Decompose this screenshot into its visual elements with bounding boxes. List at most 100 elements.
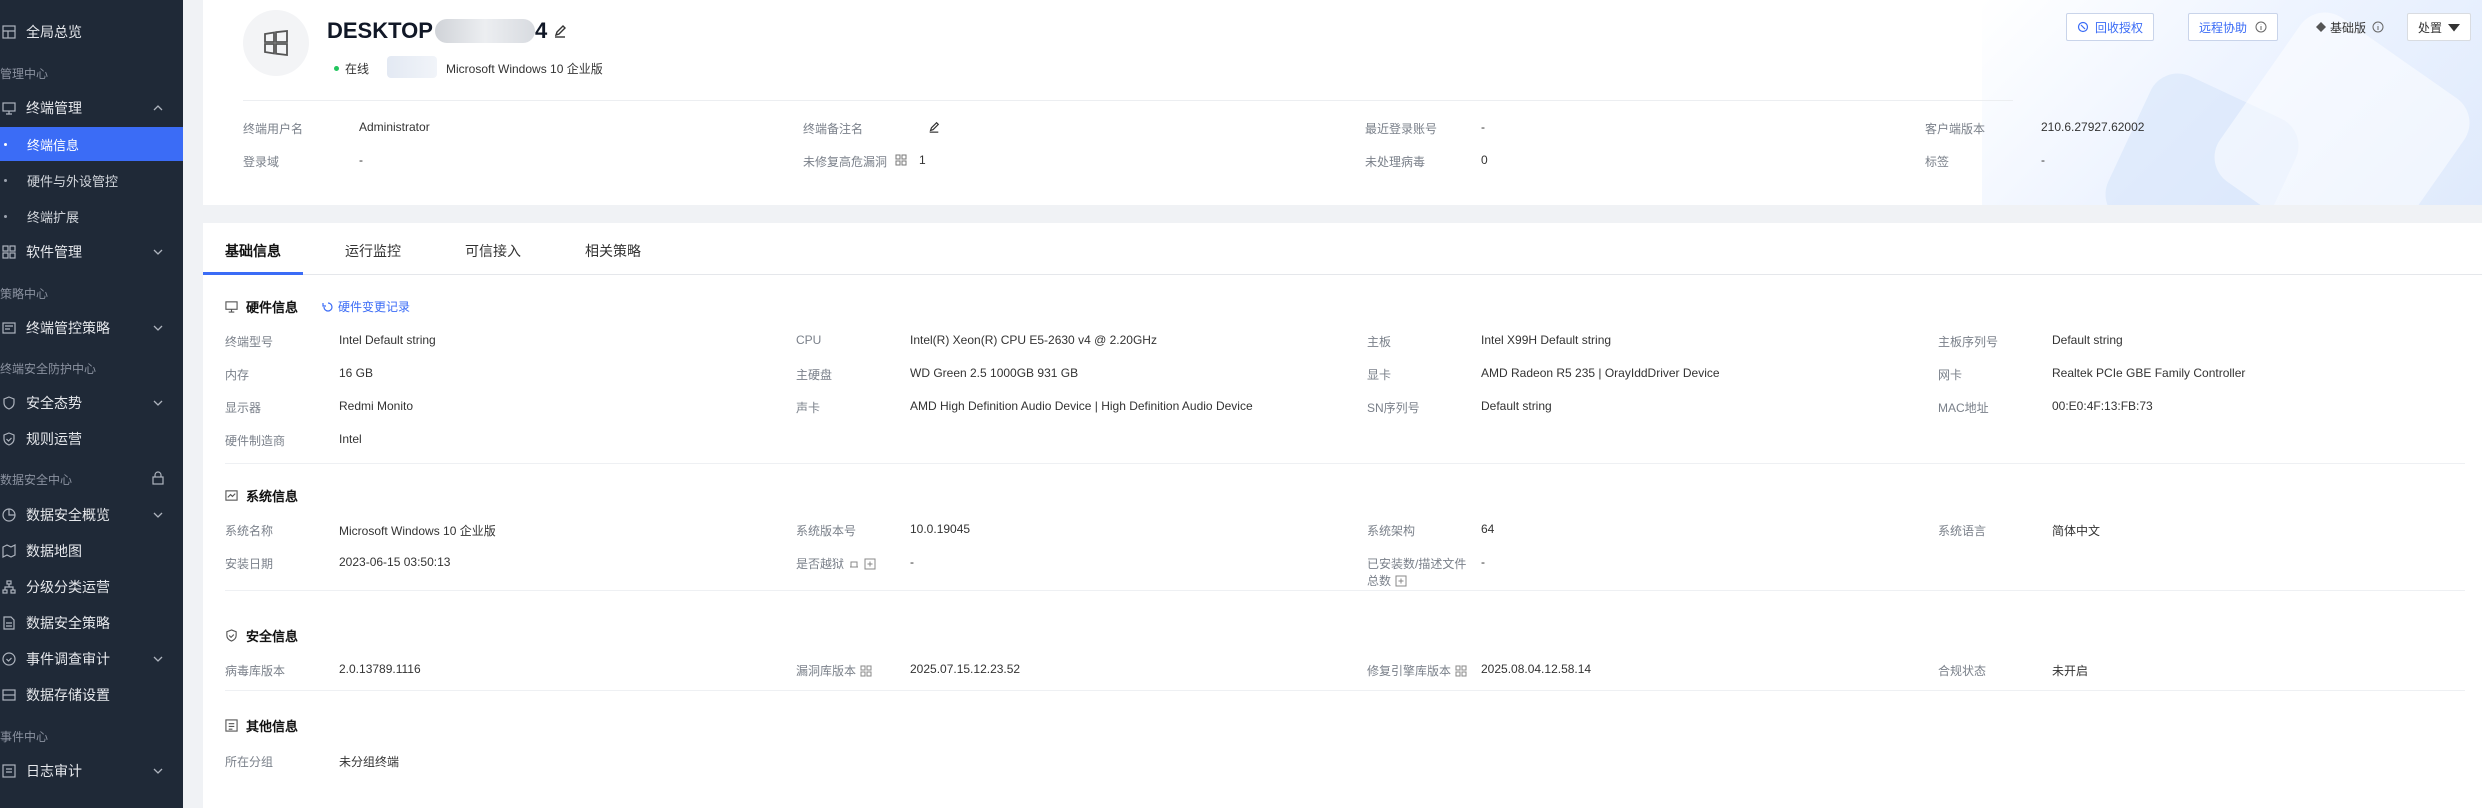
hostname: DESKTOP 4: [327, 18, 567, 44]
remote-assist-button[interactable]: 远程协助: [2188, 13, 2279, 41]
sidebar-group-label: 策略中心: [0, 287, 49, 301]
sidebar-label: 终端管控策略: [26, 320, 110, 336]
doc-icon: [3, 616, 15, 630]
grid-icon[interactable]: [895, 154, 907, 166]
sidebar-item-data-overview[interactable]: 数据安全概览: [0, 498, 183, 532]
sidebar-item-security-posture[interactable]: 安全态势: [0, 386, 183, 420]
field-value: -: [910, 555, 914, 569]
tab-basic-info[interactable]: 基础信息: [225, 241, 281, 261]
section-divider: [225, 463, 2465, 464]
sidebar-group-label: 终端安全防护中心: [0, 362, 97, 376]
sidebar: 全局总览 管理中心 终端管理 终端信息 硬件与外设管控 终端扩展 软件管理 策略…: [0, 0, 183, 808]
edit-icon[interactable]: [553, 24, 567, 38]
monitor-icon: [2, 102, 16, 115]
sidebar-label: 全局总览: [26, 24, 82, 40]
field-value: Microsoft Windows 10 企业版: [339, 524, 496, 538]
field-label: 是否越狱: [796, 555, 876, 572]
expand-icon[interactable]: [864, 558, 876, 570]
field-value: 2025.08.04.12.58.14: [1481, 662, 1592, 676]
sidebar-item-data-storage[interactable]: 数据存储设置: [0, 678, 183, 712]
sidebar-label: 终端扩展: [27, 209, 80, 225]
chevron-down-icon: [153, 325, 163, 331]
sidebar-label: 终端管理: [26, 100, 82, 116]
field-value: Intel X99H Default string: [1481, 333, 1612, 347]
field-label: 显卡: [1367, 368, 1392, 382]
section-title: 硬件信息: [246, 300, 299, 315]
hostname-redacted: [434, 19, 535, 43]
info-icon[interactable]: [2255, 21, 2267, 33]
sidebar-label: 分级分类运营: [26, 579, 110, 595]
sidebar-item-data-map[interactable]: 数据地图: [0, 534, 183, 568]
field-label: 客户端版本: [1925, 122, 1986, 136]
expand-icon[interactable]: [1395, 575, 1407, 587]
status-text: 在线: [345, 62, 370, 76]
field-label: 标签: [1925, 155, 1950, 169]
sidebar-item-terminal-info[interactable]: 终端信息: [0, 127, 183, 161]
sidebar-item-rule-ops[interactable]: 规则运营: [0, 422, 183, 456]
edition-badge: 基础版: [2316, 13, 2384, 41]
sidebar-item-terminal-policy[interactable]: 终端管控策略: [0, 311, 183, 345]
grid-icon[interactable]: [1455, 665, 1467, 677]
field-value: Intel Default string: [339, 333, 436, 347]
sidebar-item-hw-control[interactable]: 硬件与外设管控: [0, 163, 183, 197]
field-label: 硬件制造商: [225, 434, 286, 448]
info-icon[interactable]: [2372, 21, 2384, 33]
sidebar-item-event-audit[interactable]: 事件调查审计: [0, 642, 183, 676]
hw-change-log-link[interactable]: 硬件变更记录: [322, 298, 410, 315]
tab-related-policy[interactable]: 相关策略: [585, 241, 641, 261]
chevron-up-icon: [153, 105, 163, 111]
field-value: Default string: [2052, 333, 2123, 347]
sidebar-label: 数据存储设置: [26, 687, 110, 703]
chevron-down-icon: [153, 400, 163, 406]
link-label: 硬件变更记录: [338, 300, 411, 314]
sidebar-item-home[interactable]: 全局总览: [0, 15, 183, 49]
field-value: 未分组终端: [339, 755, 400, 769]
sidebar-item-log-audit[interactable]: 日志审计: [0, 754, 183, 788]
sidebar-label: 安全态势: [26, 395, 82, 411]
field-value: 2.0.13789.1116: [339, 662, 421, 676]
field-label: CPU: [796, 333, 822, 347]
sidebar-item-software-manage[interactable]: 软件管理: [0, 235, 183, 269]
section-divider: [225, 690, 2465, 691]
sidebar-group-label: 事件中心: [0, 730, 49, 744]
field-label: 漏洞库版本: [796, 662, 872, 679]
field-label: 系统版本号: [796, 524, 857, 538]
shield-icon: [3, 396, 15, 410]
field-label: 未处理病毒: [1365, 155, 1426, 169]
hostname-suffix: 4: [534, 18, 548, 43]
field-value: AMD Radeon R5 235 | OrayIddDriver Device: [1481, 366, 1720, 380]
section-security: 安全信息: [225, 626, 298, 645]
field-label: 主板: [1367, 335, 1392, 349]
field-label: 声卡: [796, 401, 821, 415]
tab-trusted-access[interactable]: 可信接入: [465, 241, 521, 261]
field-value: Redmi Monito: [339, 399, 414, 413]
audit-icon: [2, 652, 16, 666]
field-label-continued: 总数: [1367, 572, 1407, 589]
section-title: 安全信息: [246, 629, 299, 644]
sidebar-group-label: 管理中心: [0, 67, 49, 81]
sidebar-label: 规则运营: [26, 431, 82, 447]
action-dropdown[interactable]: 处置: [2407, 13, 2472, 41]
section-title: 其他信息: [246, 719, 299, 734]
active-tab-indicator: [203, 272, 303, 275]
field-label: 内存: [225, 368, 250, 382]
grid-icon: [2, 245, 16, 259]
grid-icon[interactable]: [860, 665, 872, 677]
revoke-icon: [2077, 21, 2089, 33]
field-label: 主硬盘: [796, 368, 833, 382]
map-icon: [2, 544, 16, 558]
device-icon[interactable]: [848, 558, 860, 570]
caret-down-icon: [2448, 24, 2461, 32]
os-name: Microsoft Windows 10 企业版: [446, 62, 603, 76]
revoke-license-button[interactable]: 回收授权: [2066, 13, 2155, 41]
sidebar-item-terminal-manage[interactable]: 终端管理: [0, 91, 183, 125]
sidebar-item-data-policy[interactable]: 数据安全策略: [0, 606, 183, 640]
section-divider: [225, 590, 2465, 591]
tab-runtime-monitor[interactable]: 运行监控: [345, 241, 401, 261]
sidebar-item-classify-ops[interactable]: 分级分类运营: [0, 570, 183, 604]
edit-icon[interactable]: [928, 121, 940, 133]
sidebar-item-terminal-ext[interactable]: 终端扩展: [0, 199, 183, 233]
list-icon: [225, 719, 238, 732]
section-other: 其他信息: [225, 716, 298, 735]
field-value: WD Green 2.5 1000GB 931 GB: [910, 366, 1079, 380]
